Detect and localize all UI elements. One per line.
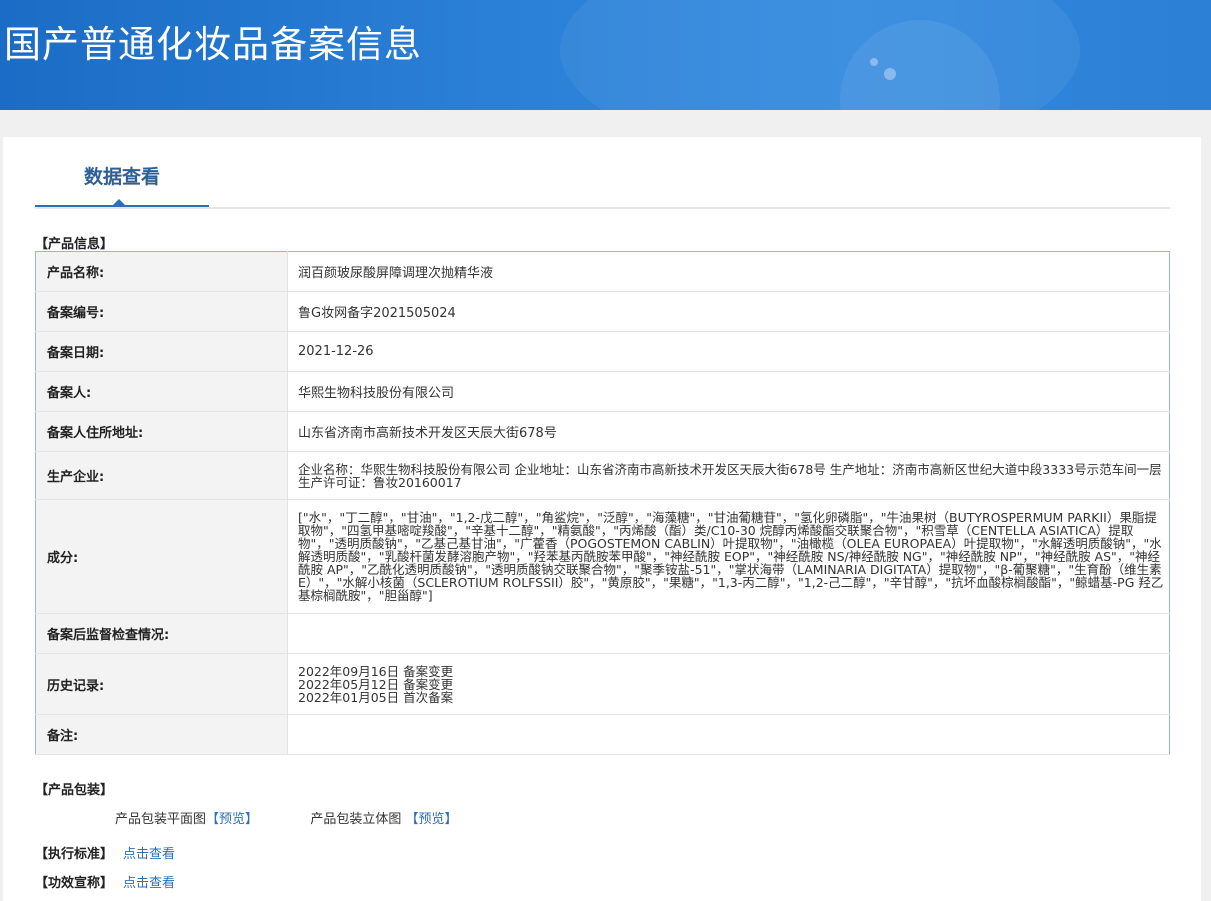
efficacy-heading: 【功效宣称】 [35,876,114,891]
table-row: 成分: ["水"，"丁二醇"，"甘油"，"1,2-戊二醇"，"角鲨烷"，"泛醇"… [35,499,1170,614]
table-row: 备案人住所地址: 山东省济南市高新技术开发区天辰大街678号 [35,411,1170,452]
history-entry: 2022年01月05日 首次备案 [298,689,454,705]
table-row: 备案人: 华熙生物科技股份有限公司 [35,371,1170,412]
field-value [287,613,1170,654]
field-value: 山东省济南市高新技术开发区天辰大街678号 [287,411,1170,452]
packaging-row: 产品包装平面图【预览】 产品包装立体图 【预览】 [115,808,457,827]
table-row: 备注: [35,714,1170,755]
field-label: 备案人住所地址: [35,411,288,452]
product-info-heading: 【产品信息】 [35,237,114,252]
standard-view-link[interactable]: 点击查看 [123,843,175,862]
field-value [287,714,1170,755]
table-row: 备案后监督检查情况: [35,613,1170,654]
banner-dot [870,58,878,66]
field-label: 生产企业: [35,451,288,500]
field-label: 产品名称: [35,251,288,292]
field-label: 备案后监督检查情况: [35,613,288,654]
packaging-heading: 【产品包装】 [35,783,114,798]
tab-bar: 数据查看 [35,137,1170,209]
field-label: 历史记录: [35,653,288,715]
table-row: 备案日期: 2021-12-26 [35,331,1170,372]
field-value: 2021-12-26 [287,331,1170,372]
page-title: 国产普通化妆品备案信息 [4,23,422,66]
header-banner: 国产普通化妆品备案信息 [0,0,1211,110]
field-label: 成分: [35,499,288,614]
standard-heading: 【执行标准】 [35,847,114,862]
product-info-table: 产品名称: 润百颜玻尿酸屏障调理次抛精华液 备案编号: 鲁G妆网备字202150… [35,251,1170,755]
field-value: 润百颜玻尿酸屏障调理次抛精华液 [287,251,1170,292]
packaging-flat-label: 产品包装平面图 [115,812,207,827]
history-entry: 2022年05月12日 备案变更 [298,676,454,692]
table-row: 产品名称: 润百颜玻尿酸屏障调理次抛精华液 [35,251,1170,292]
history-entry: 2022年09月16日 备案变更 [298,663,454,679]
field-label: 备案人: [35,371,288,412]
main-panel: 数据查看 【产品信息】 产品名称: 润百颜玻尿酸屏障调理次抛精华液 备案编号: … [3,137,1201,901]
field-label: 备案编号: [35,291,288,332]
history-list: 2022年09月16日 备案变更 2022年05月12日 备案变更 2022年0… [287,653,1170,715]
efficacy-view-link[interactable]: 点击查看 [123,872,175,891]
packaging-flat-preview-link[interactable]: 【预览】 [206,812,258,827]
field-label: 备案日期: [35,331,288,372]
table-row: 生产企业: 企业名称：华熙生物科技股份有限公司 企业地址：山东省济南市高新技术开… [35,451,1170,500]
table-row: 备案编号: 鲁G妆网备字2021505024 [35,291,1170,332]
field-label: 备注: [35,714,288,755]
field-value: 企业名称：华熙生物科技股份有限公司 企业地址：山东省济南市高新技术开发区天辰大街… [287,451,1170,500]
banner-decoration [560,0,1080,110]
table-row: 历史记录: 2022年09月16日 备案变更 2022年05月12日 备案变更 … [35,653,1170,715]
field-value: ["水"，"丁二醇"，"甘油"，"1,2-戊二醇"，"角鲨烷"，"泛醇"，"海藻… [287,499,1170,614]
tab-active-indicator [112,199,126,206]
packaging-solid-preview-link[interactable]: 【预览】 [405,812,457,827]
field-value: 华熙生物科技股份有限公司 [287,371,1170,412]
banner-dot [884,68,896,80]
packaging-solid-label: 产品包装立体图 [310,812,402,827]
field-value: 鲁G妆网备字2021505024 [287,291,1170,332]
tab-data-view[interactable]: 数据查看 [35,137,209,207]
